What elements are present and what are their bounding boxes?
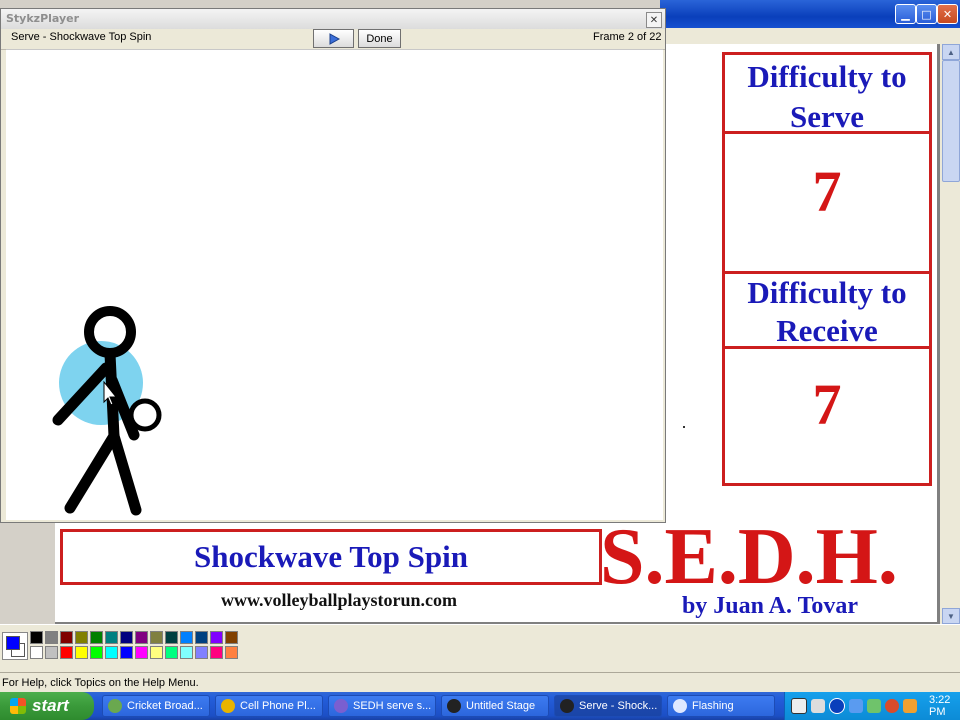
stray-dot <box>683 426 685 428</box>
animation-name: Serve - Shockwave Top Spin <box>11 31 152 43</box>
palette-swatch[interactable] <box>105 646 118 659</box>
palette-swatch[interactable] <box>180 631 193 644</box>
foreground-color-swatch[interactable] <box>6 636 20 650</box>
palette-swatch[interactable] <box>135 631 148 644</box>
taskbar-task-button[interactable]: Cricket Broad... <box>102 695 210 717</box>
stykz-icon <box>560 699 574 713</box>
taskbar-task-button[interactable]: Untitled Stage <box>441 695 549 717</box>
window-icon <box>673 699 687 713</box>
shield-icon[interactable] <box>867 699 881 713</box>
back-icon[interactable] <box>829 698 845 714</box>
palette-swatch[interactable] <box>165 631 178 644</box>
done-button[interactable]: Done <box>358 29 401 48</box>
document-icon <box>334 699 348 713</box>
start-label: start <box>32 696 69 715</box>
palette-swatch[interactable] <box>195 631 208 644</box>
stykz-icon <box>447 699 461 713</box>
paint-menu-bar <box>660 28 960 45</box>
title-banner: Shockwave Top Spin <box>60 529 602 585</box>
speaker-icon[interactable] <box>903 699 917 713</box>
close-icon[interactable]: ✕ <box>937 4 958 24</box>
palette-swatch[interactable] <box>120 646 133 659</box>
palette-swatch[interactable] <box>75 631 88 644</box>
palette-swatch[interactable] <box>60 631 73 644</box>
sedh-logo: S.E.D.H. <box>600 513 898 601</box>
palette-swatch[interactable] <box>75 646 88 659</box>
volleyball <box>128 398 162 432</box>
website-text: www.volleyballplaystorun.com <box>220 590 457 610</box>
paint-palette-icon <box>108 699 122 713</box>
author-byline: by Juan A. Tovar <box>681 593 859 619</box>
palette-swatch[interactable] <box>30 646 43 659</box>
maximize-icon[interactable]: □ <box>916 4 937 24</box>
current-colors-indicator <box>2 632 28 660</box>
stykz-title-bar[interactable] <box>1 9 665 29</box>
receive-difficulty-value-box: 7 <box>722 346 932 486</box>
play-button[interactable] <box>313 29 354 48</box>
serve-difficulty-heading-box: Difficulty to Serve <box>722 52 932 134</box>
scroll-up-icon[interactable]: ▲ <box>942 44 960 60</box>
palette-swatch[interactable] <box>195 646 208 659</box>
receive-difficulty-heading-box: Difficulty to Receive <box>722 271 932 349</box>
palette-swatch[interactable] <box>210 646 223 659</box>
palette-swatch[interactable] <box>180 646 193 659</box>
help-icon[interactable] <box>791 698 807 714</box>
banner-title: Shockwave Top Spin <box>194 539 468 574</box>
receive-heading-line2: Receive <box>776 313 878 348</box>
palette-swatch[interactable] <box>225 646 238 659</box>
serve-difficulty-value-box: 7 <box>722 131 932 274</box>
palette-swatch[interactable] <box>135 646 148 659</box>
taskbar-task-button[interactable]: Flashing <box>667 695 775 717</box>
display-icon[interactable] <box>849 699 863 713</box>
taskbar-task-label: Cricket Broad... <box>127 700 203 712</box>
frame-counter: Frame 2 of 22 <box>593 31 662 43</box>
chrome-icon <box>221 699 235 713</box>
palette-swatch[interactable] <box>165 646 178 659</box>
windows-logo-icon <box>10 698 26 714</box>
palette-swatch[interactable] <box>60 646 73 659</box>
antivirus-icon[interactable] <box>885 699 899 713</box>
receive-heading-line1: Difficulty to <box>747 275 907 310</box>
taskbar-task-label: Serve - Shock... <box>579 700 658 712</box>
scrollbar-thumb[interactable] <box>942 60 960 182</box>
start-button[interactable]: start <box>0 692 94 720</box>
palette-swatch[interactable] <box>45 646 58 659</box>
taskbar-task-label: Cell Phone Pl... <box>240 700 316 712</box>
palette-swatch[interactable] <box>120 631 133 644</box>
network-icon[interactable] <box>811 699 825 713</box>
taskbar-task-label: SEDH serve s... <box>353 700 432 712</box>
palette-swatch[interactable] <box>105 631 118 644</box>
taskbar-task-button[interactable]: Serve - Shock... <box>554 695 662 717</box>
palette-swatch[interactable] <box>210 631 223 644</box>
stick-figure-animation <box>52 306 162 516</box>
serve-heading-line1: Difficulty to <box>747 59 907 94</box>
palette-swatch[interactable] <box>150 646 163 659</box>
system-tray: 3:22 PM <box>784 692 960 720</box>
stykz-window-title: StykzPlayer <box>6 12 80 25</box>
status-bar: For Help, click Topics on the Help Menu. <box>0 672 960 692</box>
taskbar-task-label: Untitled Stage <box>466 700 536 712</box>
palette-swatch[interactable] <box>45 631 58 644</box>
animation-stage <box>6 49 663 520</box>
palette-swatch[interactable] <box>90 646 103 659</box>
clock: 3:22 PM <box>929 694 951 718</box>
scroll-down-icon[interactable]: ▼ <box>942 608 960 624</box>
stykz-close-icon[interactable]: ✕ <box>646 12 662 28</box>
taskbar-task-button[interactable]: Cell Phone Pl... <box>215 695 323 717</box>
palette-swatch[interactable] <box>30 631 43 644</box>
receive-difficulty-value: 7 <box>812 372 842 437</box>
play-icon <box>329 32 340 45</box>
taskbar-task-button[interactable]: SEDH serve s... <box>328 695 436 717</box>
taskbar-task-label: Flashing <box>692 700 734 712</box>
palette-swatch[interactable] <box>90 631 103 644</box>
palette-swatch[interactable] <box>225 631 238 644</box>
minimize-icon[interactable]: ▁ <box>895 4 916 24</box>
serve-difficulty-value: 7 <box>812 159 842 224</box>
palette-swatch[interactable] <box>150 631 163 644</box>
